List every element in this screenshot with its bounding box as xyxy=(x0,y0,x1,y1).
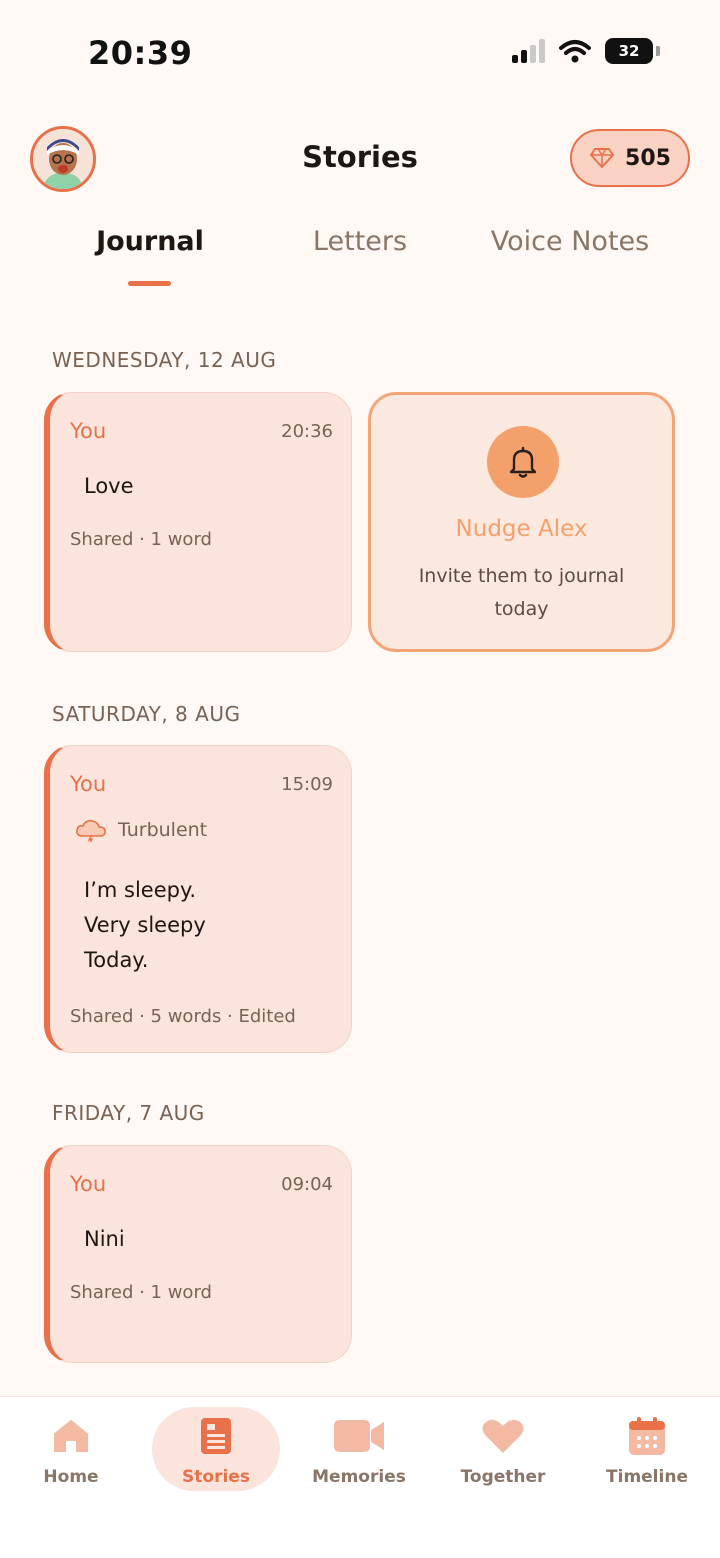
tab-journal[interactable]: Journal xyxy=(96,226,204,257)
nudge-subtitle: Invite them to journal today xyxy=(418,565,625,620)
heart-icon xyxy=(481,1415,525,1457)
gem-balance-button[interactable]: 505 xyxy=(570,129,690,187)
entry-meta: Shared · 1 word xyxy=(70,529,212,550)
journal-entry-card[interactable]: You 20:36 Love Shared · 1 word xyxy=(44,392,352,652)
entry-meta: Shared · 5 words · Edited xyxy=(70,1006,296,1027)
entry-author: You xyxy=(70,1172,107,1196)
nav-label: Timeline xyxy=(606,1467,688,1487)
journal-entry-card[interactable]: You 09:04 Nini Shared · 1 word xyxy=(44,1145,352,1363)
entry-line: Today. xyxy=(84,948,149,972)
bell-icon-circle xyxy=(487,426,559,498)
diamond-icon xyxy=(590,148,615,168)
mood-tag: Turbulent xyxy=(74,818,207,842)
battery-icon: 32 xyxy=(605,38,653,64)
nudge-title: Nudge Alex xyxy=(455,516,588,542)
entry-author: You xyxy=(70,419,107,443)
storm-cloud-icon xyxy=(76,820,106,842)
date-header: SATURDAY, 8 AUG xyxy=(52,702,241,726)
bottom-nav: Home Stories Memories Together Timeline xyxy=(0,1396,720,1558)
document-icon xyxy=(200,1415,232,1457)
nudge-card[interactable]: Nudge Alex Invite them to journal today xyxy=(368,392,675,652)
entry-time: 20:36 xyxy=(281,421,333,442)
gem-count: 505 xyxy=(625,145,671,171)
entry-line: I’m sleepy. xyxy=(84,878,197,902)
entry-meta: Shared · 1 word xyxy=(70,1282,212,1303)
nav-stories[interactable]: Stories xyxy=(152,1407,280,1495)
tab-letters[interactable]: Letters xyxy=(313,226,407,257)
tab-voice-notes[interactable]: Voice Notes xyxy=(491,226,649,257)
home-icon xyxy=(52,1415,90,1457)
cellular-signal-icon xyxy=(512,39,545,63)
nav-label: Stories xyxy=(182,1467,250,1487)
nav-memories[interactable]: Memories xyxy=(295,1411,423,1495)
nav-home[interactable]: Home xyxy=(7,1411,135,1495)
calendar-icon xyxy=(628,1415,666,1457)
tab-indicator xyxy=(128,281,171,286)
entry-time: 09:04 xyxy=(281,1174,333,1195)
nav-timeline[interactable]: Timeline xyxy=(583,1411,711,1495)
entry-text: Love xyxy=(84,469,134,504)
mood-label: Turbulent xyxy=(118,819,208,841)
bell-icon xyxy=(509,446,537,478)
nav-label: Memories xyxy=(312,1467,406,1487)
entry-text: I’m sleepy. Very sleepy Today. xyxy=(84,873,206,978)
entry-time: 15:09 xyxy=(281,774,333,795)
status-time: 20:39 xyxy=(88,34,193,72)
journal-entry-card[interactable]: You 15:09 Turbulent I’m sleepy. Very sle… xyxy=(44,745,352,1053)
wifi-icon xyxy=(559,40,591,63)
status-bar: 20:39 32 xyxy=(0,0,720,100)
entry-text: Nini xyxy=(84,1222,125,1257)
entry-line: Nini xyxy=(84,1227,125,1251)
video-icon xyxy=(333,1415,385,1457)
entry-line: Love xyxy=(84,474,134,498)
header: Stories 505 xyxy=(0,126,720,192)
battery-tip xyxy=(656,46,660,56)
nav-label: Together xyxy=(460,1467,546,1487)
entry-line: Very sleepy xyxy=(84,913,206,937)
battery-percent: 32 xyxy=(618,42,640,60)
nav-label: Home xyxy=(43,1467,99,1487)
date-header: FRIDAY, 7 AUG xyxy=(52,1101,205,1125)
nav-together[interactable]: Together xyxy=(439,1411,567,1495)
date-header: WEDNESDAY, 12 AUG xyxy=(52,348,277,372)
tab-bar: Journal Letters Voice Notes xyxy=(0,226,720,296)
entry-author: You xyxy=(70,772,107,796)
status-icons: 32 xyxy=(512,38,660,64)
